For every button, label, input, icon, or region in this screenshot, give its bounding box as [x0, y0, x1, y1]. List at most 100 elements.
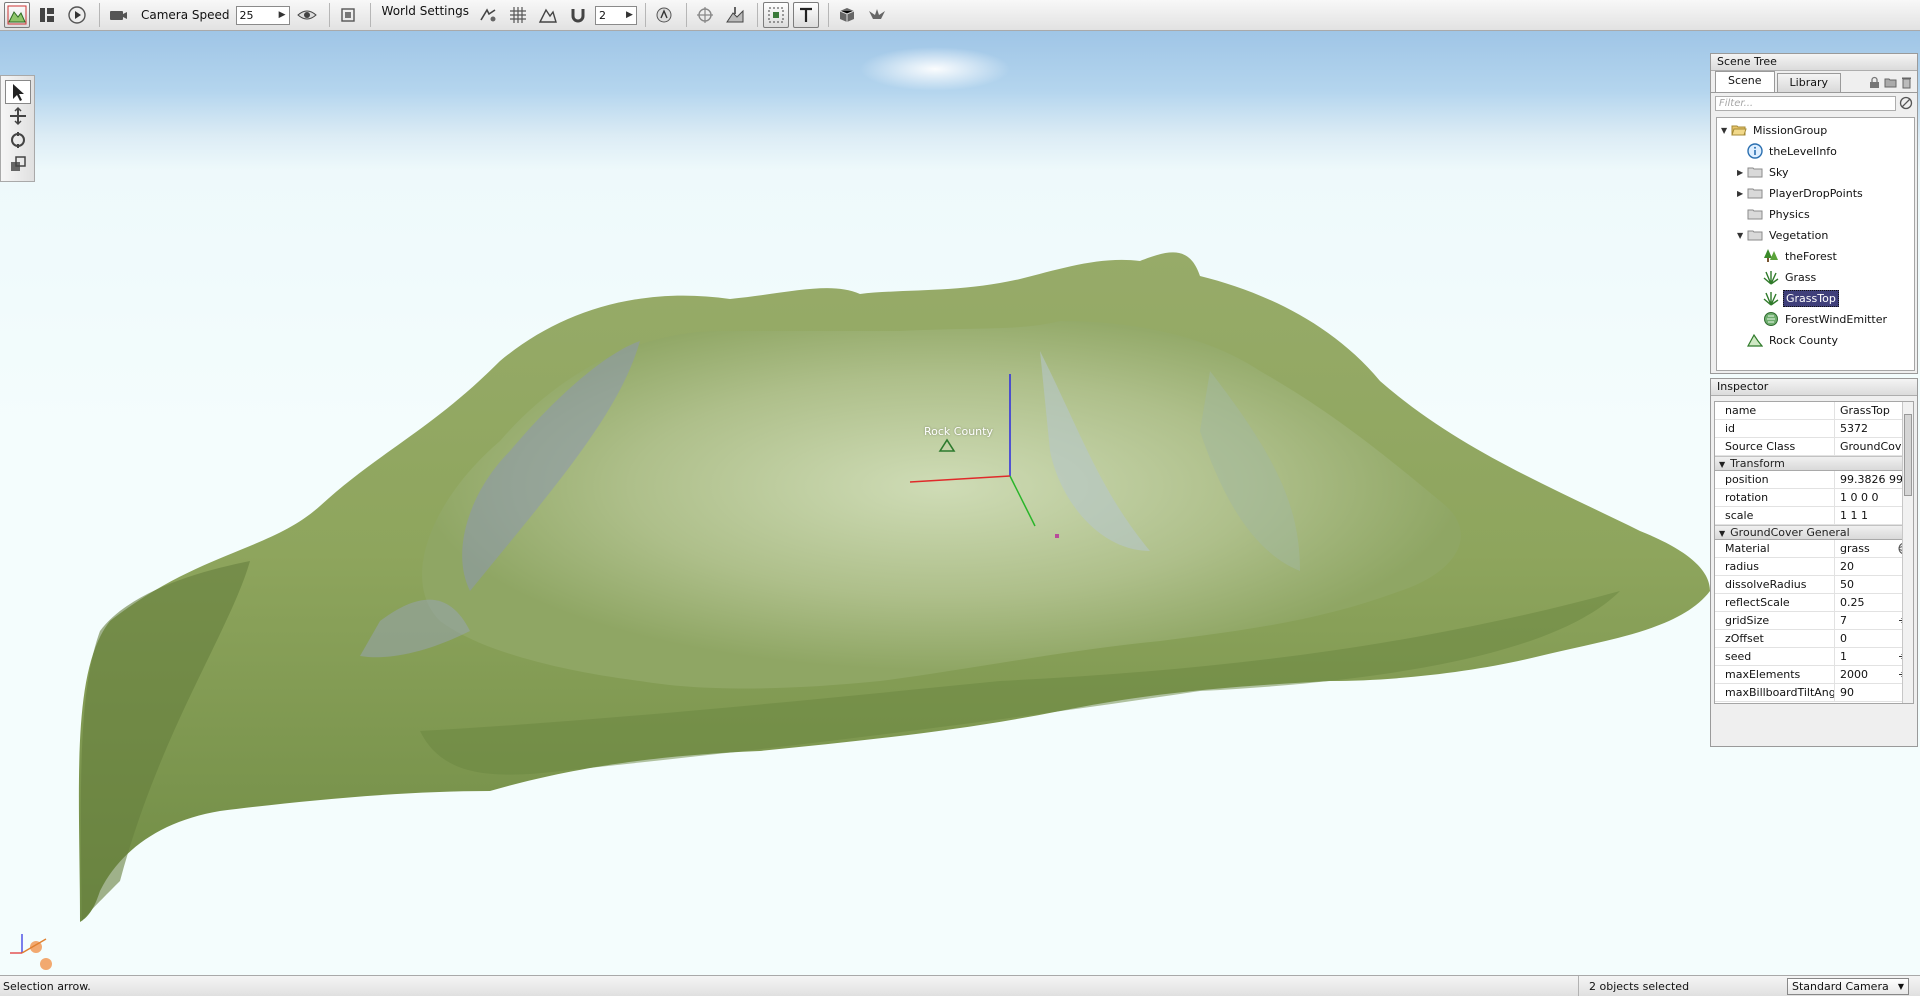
- collapse-icon[interactable]: ▼: [1719, 529, 1725, 538]
- expand-icon[interactable]: ▶: [1737, 189, 1747, 198]
- field-value-text: 20: [1840, 560, 1854, 573]
- scrollbar-thumb[interactable]: [1904, 414, 1912, 496]
- inspector-fields: name GrassTop id 5372 Source Class GroundCove…: [1714, 401, 1914, 704]
- snap-settings-button[interactable]: [475, 2, 501, 28]
- expand-icon[interactable]: ▶: [1737, 168, 1747, 177]
- layout-icon: [40, 8, 54, 22]
- tree-item-grasstop[interactable]: GrassTop: [1753, 289, 1839, 307]
- camera-mode-value: Standard Camera: [1792, 979, 1889, 993]
- arrow-cursor-icon: [12, 84, 24, 101]
- tree-item-label: Physics: [1769, 207, 1810, 221]
- chevron-right-icon[interactable]: ▶: [279, 10, 286, 20]
- 3d-viewport[interactable]: Rock County: [0, 31, 1920, 975]
- play-button[interactable]: [64, 2, 90, 28]
- scale-tool-button[interactable]: [5, 152, 31, 176]
- magnet-icon: [571, 9, 585, 23]
- tree-item-physics[interactable]: Physics: [1737, 205, 1812, 223]
- text-labels-button[interactable]: [792, 2, 819, 28]
- collapse-icon[interactable]: ▼: [1721, 126, 1731, 135]
- toolbar-separator: [328, 3, 330, 27]
- tree-item-thelevelinfo[interactable]: theLevelInfo: [1737, 142, 1839, 160]
- new-folder-icon[interactable]: [1884, 76, 1897, 89]
- grid-icon: [509, 7, 526, 23]
- inspector-row-scale: scale 1 1 1: [1715, 507, 1913, 525]
- inspector-row-maxelements: maxElements 2000: [1715, 666, 1913, 684]
- collapse-icon[interactable]: ▼: [1737, 231, 1747, 240]
- scene-tree-title: Scene Tree: [1711, 54, 1917, 71]
- terrain-editor-button[interactable]: [4, 2, 30, 28]
- object-snap-button[interactable]: [651, 2, 677, 28]
- grid-button[interactable]: [505, 2, 531, 28]
- tree-item-label: theForest: [1785, 249, 1837, 263]
- inspector-scrollbar[interactable]: [1902, 402, 1913, 703]
- snap-icon: [480, 8, 496, 22]
- tree-item-label: PlayerDropPoints: [1769, 186, 1863, 200]
- camera-mode-select[interactable]: Standard Camera ▼: [1787, 977, 1909, 995]
- center-button[interactable]: [692, 2, 718, 28]
- scene-tree-panel: Scene Tree Scene Library Filter... ▼ Miss…: [1710, 53, 1918, 374]
- box-icon: [839, 8, 855, 22]
- tree-item-forestwindemitter[interactable]: ForestWindEmitter: [1753, 310, 1889, 328]
- field-value-text: 0: [1840, 632, 1847, 645]
- toolbar-separator: [644, 3, 646, 27]
- chevron-down-icon: ▼: [1897, 981, 1904, 991]
- field-value-text: 90: [1840, 686, 1854, 699]
- magnet-button[interactable]: [565, 2, 591, 28]
- object-tools-button[interactable]: [834, 2, 860, 28]
- snap-value-input[interactable]: 2 ▶: [594, 5, 637, 25]
- trash-icon[interactable]: [1900, 76, 1913, 89]
- tree-item-vegetation[interactable]: ▼ Vegetation: [1737, 226, 1830, 244]
- field-value-text: 5372: [1840, 422, 1868, 435]
- field-label: dissolveRadius: [1715, 576, 1835, 593]
- info-icon: [1747, 143, 1763, 159]
- field-label: scale: [1715, 507, 1835, 524]
- field-label: zOffset: [1715, 630, 1835, 647]
- camera-button[interactable]: [105, 2, 131, 28]
- folder-icon: [1747, 227, 1763, 243]
- tree-item-sky[interactable]: ▶ Sky: [1737, 163, 1790, 181]
- tree-item-rock-county[interactable]: Rock County: [1737, 331, 1840, 349]
- field-label: position: [1715, 471, 1835, 488]
- physics-button[interactable]: [864, 2, 890, 28]
- field-label: radius: [1715, 558, 1835, 575]
- physics-icon: [868, 9, 885, 19]
- group-transform[interactable]: ▼ Transform: [1715, 456, 1913, 471]
- tree-item-theforest[interactable]: theForest: [1753, 247, 1839, 265]
- tab-library[interactable]: Library: [1776, 73, 1842, 92]
- filter-input[interactable]: Filter...: [1715, 96, 1896, 111]
- drop-to-terrain-button[interactable]: [722, 2, 748, 28]
- tree-item-label: ForestWindEmitter: [1785, 312, 1888, 326]
- terrain-snap-button[interactable]: [535, 2, 561, 28]
- select-bounds-button[interactable]: [762, 2, 789, 28]
- rotate-tool-button[interactable]: [5, 128, 31, 152]
- fit-view-icon: [340, 8, 355, 22]
- move-icon: [9, 106, 26, 126]
- fit-view-button[interactable]: [335, 2, 361, 28]
- group-groundcover-general[interactable]: ▼ GroundCover General: [1715, 525, 1913, 540]
- drop-terrain-icon: [726, 7, 744, 23]
- inspector-row-zoffset: zOffset 0: [1715, 630, 1913, 648]
- eye-icon: [296, 10, 317, 20]
- move-tool-button[interactable]: [5, 104, 31, 128]
- chevron-right-icon[interactable]: ▶: [626, 10, 633, 20]
- lock-icon[interactable]: [1868, 76, 1881, 89]
- selection-count-text: 2 objects selected: [1589, 979, 1690, 993]
- field-label: maxElements: [1715, 666, 1835, 683]
- clear-filter-icon[interactable]: [1899, 96, 1913, 110]
- tab-scene[interactable]: Scene: [1715, 71, 1775, 92]
- play-icon: [68, 6, 86, 24]
- toolbar-separator: [369, 3, 371, 27]
- collapse-icon[interactable]: ▼: [1719, 460, 1725, 469]
- visibility-button[interactable]: [294, 2, 320, 28]
- tree-item-missiongroup[interactable]: ▼ MissionGroup: [1721, 121, 1829, 139]
- field-value-text: GroundCove: [1840, 440, 1909, 453]
- layout-button[interactable]: [34, 2, 60, 28]
- tree-item-playerdroppoints[interactable]: ▶ PlayerDropPoints: [1737, 184, 1865, 202]
- inspector-row-radius: radius 20: [1715, 558, 1913, 576]
- tree-item-label: theLevelInfo: [1769, 144, 1837, 158]
- folder-open-icon: [1731, 122, 1747, 138]
- select-tool-button[interactable]: [4, 80, 31, 104]
- filter-row: Filter...: [1711, 93, 1917, 113]
- camera-speed-input[interactable]: 25 ▶: [235, 5, 290, 25]
- tree-item-grass[interactable]: Grass: [1753, 268, 1818, 286]
